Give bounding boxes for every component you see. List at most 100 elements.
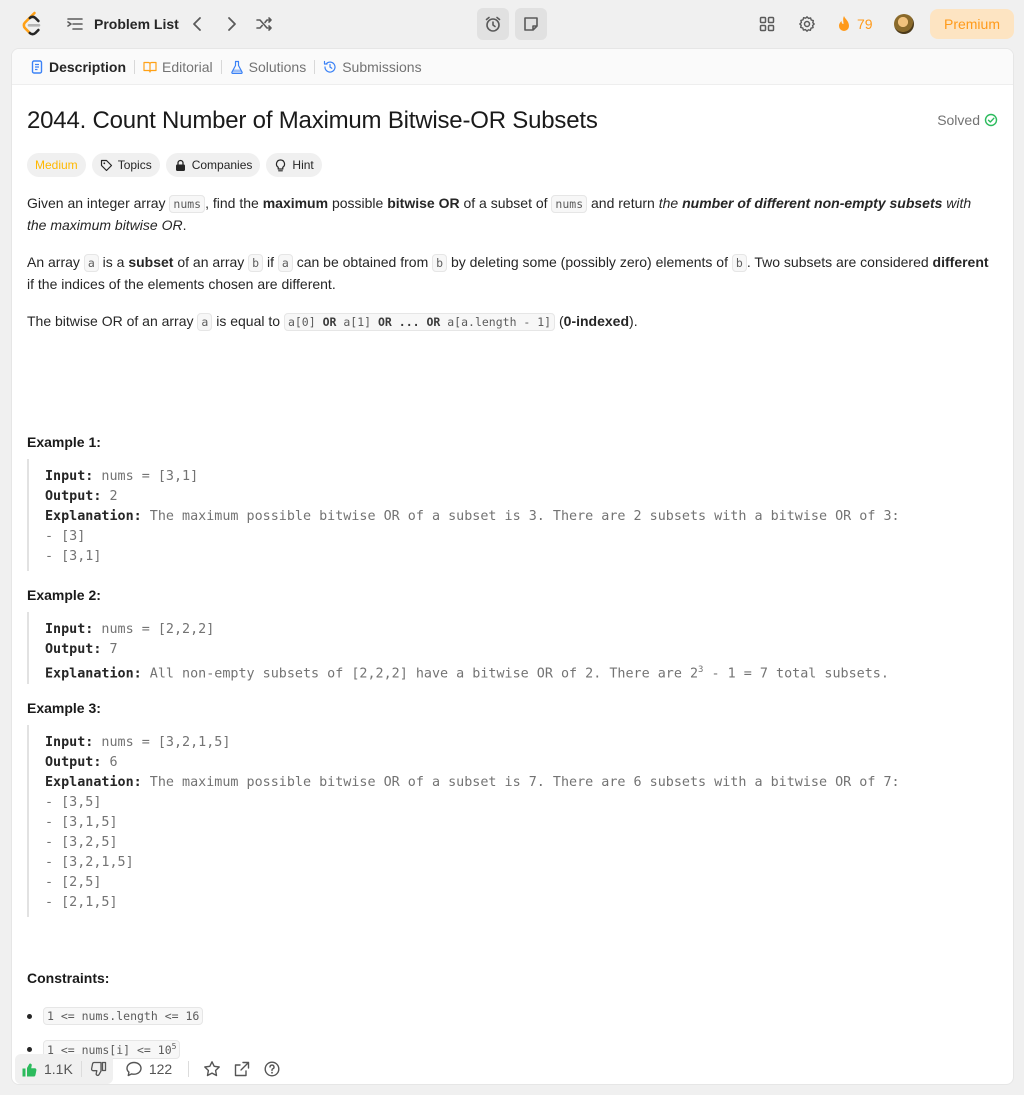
input-label: Input:	[45, 735, 94, 750]
output-label: Output:	[45, 642, 102, 657]
example-heading: Example 1:	[27, 434, 101, 450]
tab-submissions-label: Submissions	[342, 58, 422, 75]
tab-editorial-label: Editorial	[162, 58, 213, 75]
example-heading: Example 3:	[27, 700, 101, 716]
bullet	[27, 1013, 32, 1019]
problem-description: Given an integer array nums, find the ma…	[27, 193, 989, 349]
comment-icon	[126, 1061, 142, 1077]
footer-divider	[188, 1061, 190, 1077]
explanation-line: - [3,5]	[45, 795, 102, 810]
topics-chip[interactable]: Topics	[91, 153, 160, 177]
premium-button[interactable]: Premium	[930, 9, 1014, 39]
bold-text: different	[932, 254, 989, 270]
tab-submissions[interactable]: Submissions	[317, 49, 427, 85]
vote-divider	[80, 1061, 82, 1077]
explanation-line: - [3,1]	[45, 549, 102, 564]
avatar[interactable]	[894, 14, 914, 34]
document-icon	[31, 59, 43, 74]
book-icon	[143, 61, 157, 73]
thumbs-down-icon[interactable]	[90, 1061, 107, 1078]
page-title: 2044. Count Number of Maximum Bitwise-OR…	[27, 107, 598, 134]
explanation-line: - [2,1,5]	[45, 895, 118, 910]
solved-status: Solved	[937, 112, 998, 128]
streak-count: 79	[857, 16, 873, 32]
external-link-icon	[234, 1061, 250, 1077]
streak-counter[interactable]: 79	[836, 12, 873, 36]
problem-panel: Description Editorial Solutions Submissi…	[11, 48, 1014, 1085]
gear-icon	[799, 16, 815, 32]
favorite-button[interactable]	[203, 1060, 221, 1078]
constraint-item: 1 <= nums.length <= 16	[27, 1007, 427, 1025]
layout-button[interactable]	[755, 12, 779, 36]
tab-editorial[interactable]: Editorial	[137, 49, 219, 85]
inline-code: b	[731, 254, 747, 272]
constraints-heading: Constraints:	[27, 970, 110, 986]
code-keyword: OR	[426, 315, 441, 329]
inline-code: 1 <= nums.length <= 16	[43, 1007, 204, 1025]
next-problem-button[interactable]	[219, 12, 243, 36]
companies-label: Companies	[191, 158, 253, 172]
thumbs-up-icon[interactable]	[21, 1061, 38, 1078]
text: , find the	[205, 195, 263, 211]
inline-code: b	[432, 254, 448, 272]
explanation-text: - 1 = 7 total subsets.	[703, 666, 889, 682]
comments-button[interactable]: 122	[125, 1060, 172, 1078]
help-button[interactable]	[263, 1060, 281, 1078]
prev-problem-button[interactable]	[186, 12, 210, 36]
timer-button[interactable]	[477, 8, 509, 40]
top-navbar: Problem List 79 Premium	[0, 0, 1024, 48]
explanation-label: Explanation:	[45, 509, 142, 524]
italic-text: the	[658, 195, 683, 211]
panel-tabs: Description Editorial Solutions Submissi…	[12, 49, 1013, 85]
tab-divider	[134, 59, 136, 74]
text: can be obtained from	[292, 254, 433, 270]
bold-text: maximum	[262, 195, 329, 211]
text: .	[182, 217, 187, 233]
problem-list-button[interactable]: Problem List	[66, 12, 179, 36]
like-count: 1.1K	[44, 1061, 73, 1077]
notes-button[interactable]	[515, 8, 547, 40]
code-text: ...	[391, 315, 427, 329]
output-value: 2	[101, 489, 118, 504]
hint-chip[interactable]: Hint	[266, 153, 322, 177]
problem-footer: 1.1K 122	[12, 1052, 1013, 1084]
chevron-left-icon	[193, 17, 201, 31]
explanation-text: The maximum possible bitwise OR of a sub…	[141, 509, 900, 524]
description-paragraph: An array a is a subset of an array b if …	[27, 252, 989, 295]
text: . Two subsets are considered	[746, 254, 933, 270]
text: of a subset of	[459, 195, 552, 211]
alarm-clock-icon	[485, 16, 501, 32]
history-icon	[324, 60, 336, 73]
superscript: 5	[171, 1042, 177, 1051]
leetcode-logo-icon[interactable]	[20, 11, 44, 37]
explanation-label: Explanation:	[45, 775, 142, 790]
example-block: Input: nums = [3,2,1,5] Output: 6 Explan…	[27, 725, 900, 917]
example-block: Input: nums = [3,1] Output: 2 Explanatio…	[27, 459, 900, 571]
share-button[interactable]	[233, 1060, 251, 1078]
tab-description[interactable]: Description	[24, 49, 132, 85]
code-keyword: OR	[377, 315, 392, 329]
question-circle-icon	[264, 1061, 280, 1077]
input-label: Input:	[45, 622, 94, 637]
text: is equal to	[212, 313, 284, 329]
text: by deleting some (possibly zero) element…	[447, 254, 732, 270]
tab-solutions[interactable]: Solutions	[224, 49, 313, 85]
settings-button[interactable]	[795, 12, 819, 36]
grid-layout-icon	[759, 16, 775, 32]
companies-chip[interactable]: Companies	[165, 153, 261, 177]
text: ).	[629, 313, 638, 329]
chevron-right-icon	[228, 17, 236, 31]
text: of an array	[173, 254, 249, 270]
topics-label: Topics	[117, 158, 152, 172]
random-problem-button[interactable]	[252, 12, 276, 36]
inline-code: b	[248, 254, 264, 272]
bold-italic-text: number of different non-empty subsets	[682, 195, 943, 211]
inline-code: a	[197, 313, 213, 331]
code-text: a[a.length - 1]	[440, 315, 552, 329]
description-paragraph: Given an integer array nums, find the ma…	[27, 193, 989, 236]
code-keyword: OR	[322, 315, 337, 329]
inline-code: nums	[551, 195, 588, 213]
problem-tags: Medium Topics Companies Hint	[27, 153, 322, 177]
note-icon	[524, 17, 538, 31]
explanation-text: All non-empty subsets of [2,2,2] have a …	[141, 666, 699, 682]
